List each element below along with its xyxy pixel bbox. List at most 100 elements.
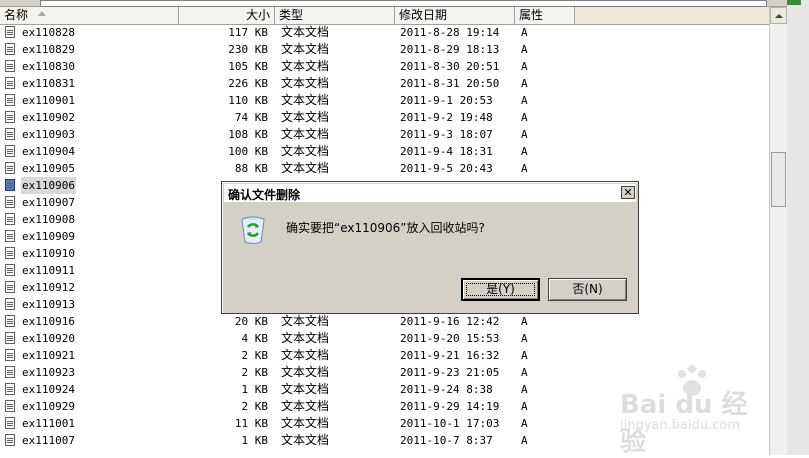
close-icon: ✕ bbox=[623, 186, 633, 199]
file-name: ex110829 bbox=[22, 43, 75, 56]
file-modified: 2011-9-29 14:19 bbox=[400, 400, 500, 413]
text-file-icon bbox=[5, 43, 15, 55]
file-modified: 2011-9-21 16:32 bbox=[400, 349, 500, 362]
file-modified: 2011-9-1 20:53 bbox=[400, 94, 493, 107]
yes-button[interactable]: 是(Y) bbox=[461, 278, 540, 301]
dialog-titlebar[interactable]: 确认文件删除 ✕ bbox=[224, 184, 636, 202]
text-file-icon bbox=[5, 94, 15, 106]
file-size: 88 KB bbox=[234, 162, 268, 175]
file-modified: 2011-8-30 20:51 bbox=[400, 60, 500, 73]
address-field[interactable] bbox=[40, 0, 767, 7]
file-size: 20 KB bbox=[234, 315, 268, 328]
file-attributes: A bbox=[521, 43, 528, 56]
scroll-up-button[interactable] bbox=[770, 7, 787, 24]
text-file-icon bbox=[5, 366, 15, 378]
file-attributes: A bbox=[521, 111, 528, 124]
text-file-icon bbox=[5, 213, 15, 225]
file-name: ex110906 bbox=[21, 177, 76, 194]
dialog-title: 确认文件删除 bbox=[228, 188, 301, 202]
file-modified: 2011-9-2 19:48 bbox=[400, 111, 493, 124]
text-file-icon bbox=[5, 111, 15, 123]
file-modified: 2011-9-3 18:07 bbox=[400, 128, 493, 141]
table-row[interactable]: ex110828 117 KB 文本文档 2011-8-28 19:14 A bbox=[0, 24, 769, 41]
file-name: ex110911 bbox=[22, 264, 75, 277]
file-name: ex110903 bbox=[22, 128, 75, 141]
file-attributes: A bbox=[521, 400, 528, 413]
column-header-name[interactable]: 名称 bbox=[0, 7, 179, 24]
file-name: ex110831 bbox=[22, 77, 75, 90]
vertical-scrollbar[interactable] bbox=[769, 7, 787, 455]
table-row[interactable]: ex110903 108 KB 文本文档 2011-9-3 18:07 A bbox=[0, 126, 769, 143]
indicator bbox=[787, 0, 801, 5]
file-name: ex110902 bbox=[22, 111, 75, 124]
file-size: 230 KB bbox=[228, 43, 268, 56]
file-attributes: A bbox=[521, 77, 528, 90]
file-attributes: A bbox=[521, 26, 528, 39]
file-name: ex111001 bbox=[22, 417, 75, 430]
file-type: 文本文档 bbox=[281, 110, 330, 124]
file-type: 文本文档 bbox=[281, 25, 330, 39]
text-file-icon bbox=[5, 315, 15, 327]
file-name: ex110828 bbox=[22, 26, 75, 39]
file-type: 文本文档 bbox=[281, 399, 330, 413]
file-modified: 2011-9-16 12:42 bbox=[400, 315, 500, 328]
file-size: 108 KB bbox=[228, 128, 268, 141]
file-type: 文本文档 bbox=[281, 331, 330, 345]
file-size: 100 KB bbox=[228, 145, 268, 158]
file-modified: 2011-9-5 20:43 bbox=[400, 162, 493, 175]
text-file-icon bbox=[5, 417, 15, 429]
file-name: ex110901 bbox=[22, 94, 75, 107]
watermark-site: jingyan.baidu.com bbox=[620, 418, 740, 433]
table-row[interactable]: ex110831 226 KB 文本文档 2011-8-31 20:50 A bbox=[0, 75, 769, 92]
close-button[interactable]: ✕ bbox=[621, 186, 635, 199]
file-size: 117 KB bbox=[228, 26, 268, 39]
file-size: 2 KB bbox=[241, 366, 269, 379]
file-attributes: A bbox=[521, 383, 528, 396]
table-row[interactable]: ex110902 74 KB 文本文档 2011-9-2 19:48 A bbox=[0, 109, 769, 126]
text-file-icon bbox=[5, 434, 15, 446]
scroll-thumb[interactable] bbox=[771, 152, 786, 207]
file-size: 1 KB bbox=[241, 434, 269, 447]
column-header-size[interactable]: 大小 bbox=[179, 7, 275, 24]
table-row[interactable]: ex110920 4 KB 文本文档 2011-9-20 15:53 A bbox=[0, 330, 769, 347]
column-header-modified[interactable]: 修改日期 bbox=[395, 7, 515, 24]
text-file-icon bbox=[5, 128, 15, 140]
file-type: 文本文档 bbox=[281, 416, 330, 430]
column-header-type[interactable]: 类型 bbox=[275, 7, 395, 24]
file-modified: 2011-9-4 18:31 bbox=[400, 145, 493, 158]
table-row[interactable]: ex110830 105 KB 文本文档 2011-8-30 20:51 A bbox=[0, 58, 769, 75]
file-attributes: A bbox=[521, 349, 528, 362]
file-name: ex110830 bbox=[22, 60, 75, 73]
text-file-icon bbox=[5, 145, 15, 157]
table-row[interactable]: ex110905 88 KB 文本文档 2011-9-5 20:43 A bbox=[0, 160, 769, 177]
file-size: 105 KB bbox=[228, 60, 268, 73]
file-attributes: A bbox=[521, 434, 528, 447]
file-name: ex110912 bbox=[22, 281, 75, 294]
file-type: 文本文档 bbox=[281, 144, 330, 158]
file-size: 74 KB bbox=[234, 111, 268, 124]
text-file-icon bbox=[5, 332, 15, 344]
file-name: ex110923 bbox=[22, 366, 75, 379]
table-row[interactable]: ex110829 230 KB 文本文档 2011-8-29 18:13 A bbox=[0, 41, 769, 58]
file-size: 226 KB bbox=[228, 77, 268, 90]
text-file-icon bbox=[5, 60, 15, 72]
table-row[interactable]: ex110904 100 KB 文本文档 2011-9-4 18:31 A bbox=[0, 143, 769, 160]
file-modified: 2011-10-7 8:37 bbox=[400, 434, 493, 447]
file-type: 文本文档 bbox=[281, 76, 330, 90]
text-file-icon bbox=[5, 179, 15, 191]
file-name: ex110920 bbox=[22, 332, 75, 345]
text-file-icon bbox=[5, 196, 15, 208]
file-name: ex111007 bbox=[22, 434, 75, 447]
text-file-icon bbox=[5, 281, 15, 293]
file-name: ex110907 bbox=[22, 196, 75, 209]
file-modified: 2011-8-31 20:50 bbox=[400, 77, 500, 90]
file-attributes: A bbox=[521, 60, 528, 73]
no-button[interactable]: 否(N) bbox=[548, 278, 627, 301]
file-modified: 2011-10-1 17:03 bbox=[400, 417, 500, 430]
file-attributes: A bbox=[521, 332, 528, 345]
table-row[interactable]: ex110901 110 KB 文本文档 2011-9-1 20:53 A bbox=[0, 92, 769, 109]
column-header-attributes[interactable]: 属性 bbox=[515, 7, 575, 24]
table-row[interactable]: ex110916 20 KB 文本文档 2011-9-16 12:42 A bbox=[0, 313, 769, 330]
file-type: 文本文档 bbox=[281, 59, 330, 73]
file-size: 4 KB bbox=[241, 332, 269, 345]
